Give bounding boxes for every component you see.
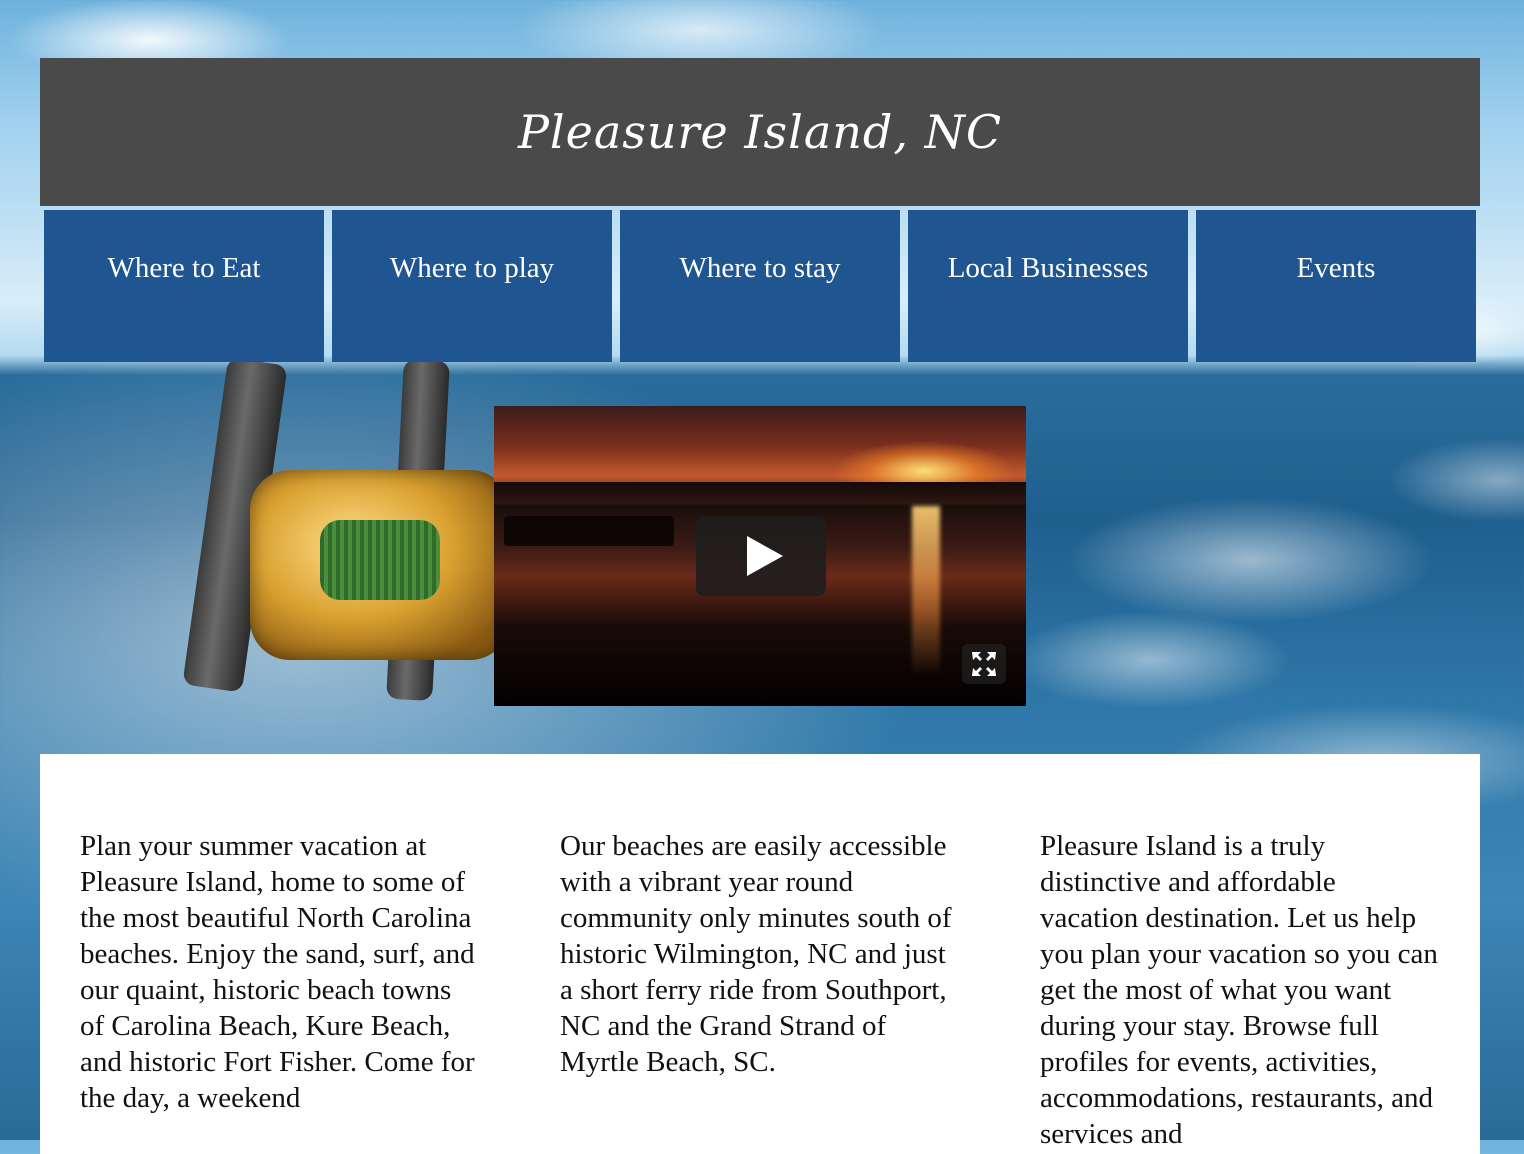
- fullscreen-icon: [972, 652, 996, 676]
- main-nav: Where to Eat Where to play Where to stay…: [44, 210, 1476, 362]
- video-thumbnail-shoreline: [494, 482, 1026, 502]
- intro-column-destination: Pleasure Island is a truly distinctive a…: [1040, 830, 1438, 1150]
- fishing-line-spool: [320, 520, 440, 600]
- nav-item-where-to-play[interactable]: Where to play: [332, 210, 612, 362]
- intro-column-beach-access: Our beaches are easily accessible with a…: [560, 830, 952, 1078]
- play-button[interactable]: [696, 516, 826, 596]
- nav-item-where-to-stay[interactable]: Where to stay: [620, 210, 900, 362]
- site-title: Pleasure Island, NC: [517, 105, 1003, 159]
- video-thumbnail-sun-reflection: [912, 506, 940, 676]
- site-header: Pleasure Island, NC: [40, 58, 1480, 206]
- nav-item-local-businesses[interactable]: Local Businesses: [908, 210, 1188, 362]
- intro-column-plan-vacation: Plan your summer vacation at Pleasure Is…: [80, 830, 475, 1114]
- fullscreen-button[interactable]: [962, 644, 1006, 684]
- nav-item-events[interactable]: Events: [1196, 210, 1476, 362]
- nav-item-where-to-eat[interactable]: Where to Eat: [44, 210, 324, 362]
- video-player[interactable]: [494, 406, 1026, 706]
- play-icon: [747, 536, 783, 576]
- video-thumbnail-dock: [504, 516, 674, 546]
- intro-content: Plan your summer vacation at Pleasure Is…: [40, 754, 1480, 1154]
